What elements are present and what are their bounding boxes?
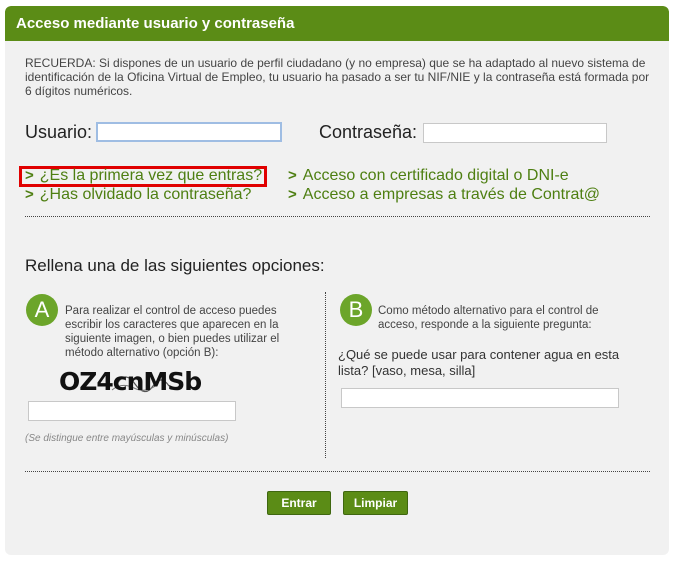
first-time-link[interactable]: > ¿Es la primera vez que entras?: [25, 167, 262, 185]
login-panel: Acceso mediante usuario y contraseña REC…: [5, 6, 669, 555]
option-a-badge: A: [26, 294, 58, 326]
option-b-badge: B: [340, 294, 372, 326]
vertical-divider: [325, 292, 326, 458]
user-label: Usuario:: [25, 122, 93, 142]
chevron-right-icon: >: [288, 167, 297, 184]
question-text: ¿Qué se puede usar para contener agua en…: [338, 347, 620, 378]
option-b-description: Como método alternativo para el control …: [378, 305, 599, 331]
chevron-right-icon: >: [25, 167, 34, 184]
forgot-password-link[interactable]: > ¿Has olvidado la contraseña?: [25, 186, 251, 204]
submit-button[interactable]: Entrar: [267, 491, 331, 515]
forgot-password-link-label: ¿Has olvidado la contraseña?: [39, 186, 252, 203]
password-label: Contraseña:: [319, 122, 418, 142]
options-title: Rellena una de las siguientes opciones:: [25, 256, 325, 275]
chevron-right-icon: >: [288, 186, 297, 203]
password-input[interactable]: [423, 123, 607, 143]
captcha-text: OZ4cnMSb: [59, 367, 201, 396]
companies-link[interactable]: > Acceso a empresas a través de Contrat@: [288, 186, 600, 204]
companies-link-label: Acceso a empresas a través de Contrat@: [302, 186, 601, 203]
captcha-hint: (Se distingue entre mayúsculas y minúscu…: [25, 433, 229, 444]
notice-text: RECUERDA: Si dispones de un usuario de p…: [25, 56, 650, 98]
captcha-input[interactable]: [28, 401, 236, 421]
answer-input[interactable]: [341, 388, 619, 408]
panel-header: Acceso mediante usuario y contraseña: [5, 6, 669, 41]
chevron-right-icon: >: [25, 186, 34, 203]
first-time-link-label: ¿Es la primera vez que entras?: [39, 167, 263, 184]
captcha-image: OZ4cnMSb: [59, 367, 202, 396]
clear-button[interactable]: Limpiar: [343, 491, 408, 515]
divider: [25, 216, 650, 217]
certificate-link-label: Acceso con certificado digital o DNI-e: [302, 167, 569, 184]
user-input[interactable]: [96, 122, 282, 142]
option-a-description: Para realizar el control de acceso puede…: [65, 305, 280, 359]
divider: [25, 471, 650, 472]
certificate-link[interactable]: > Acceso con certificado digital o DNI-e: [288, 167, 569, 185]
